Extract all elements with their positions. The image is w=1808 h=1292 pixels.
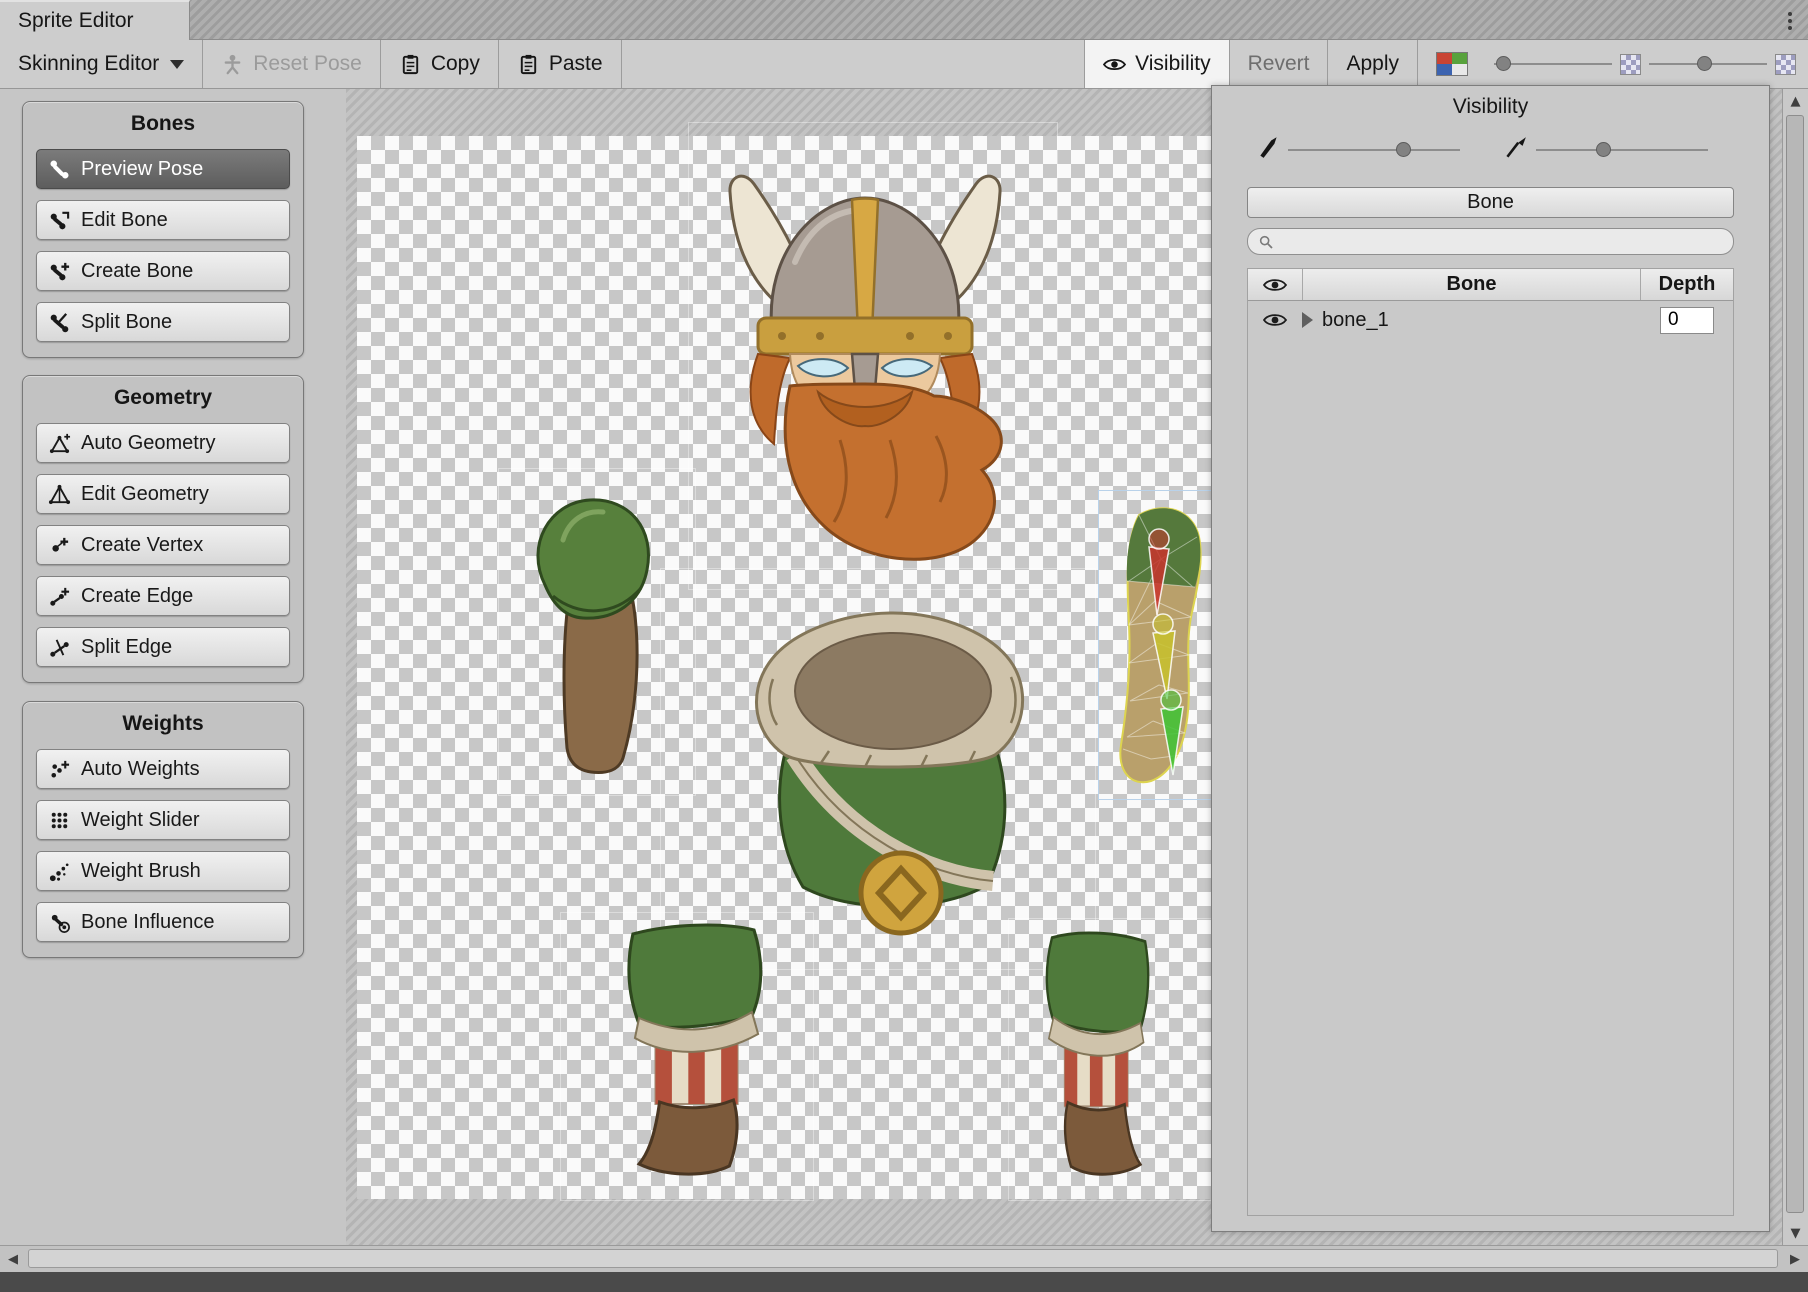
clipboard-icon <box>517 53 540 76</box>
alpha-slider-knob[interactable] <box>1697 56 1712 71</box>
depth-input[interactable] <box>1660 307 1714 334</box>
bone-list: Bone Depth bone_1 <box>1247 268 1734 1216</box>
bone-list-header: Bone Depth <box>1248 269 1733 301</box>
geometry-panel-title: Geometry <box>23 386 303 410</box>
toolbar-spacer <box>622 40 1085 88</box>
split-bone-button[interactable]: Split Bone <box>36 302 290 342</box>
mesh-opacity-slider[interactable] <box>1536 149 1708 151</box>
geometry-panel: Geometry Auto Geometry Edit Geometry Cre… <box>22 375 304 683</box>
sprite-head[interactable] <box>700 140 1030 590</box>
eye-icon <box>1263 277 1287 293</box>
paste-button[interactable]: Paste <box>499 40 621 88</box>
weight-brush-button[interactable]: Weight Brush <box>36 851 290 891</box>
bone-tab[interactable]: Bone <box>1247 187 1734 218</box>
vertical-scrollbar[interactable]: ▲ ▼ <box>1782 89 1808 1245</box>
visibility-opacity-sliders <box>1212 132 1769 168</box>
sprite-torso[interactable] <box>725 595 1055 945</box>
rgb-slider[interactable] <box>1486 40 1620 88</box>
person-icon <box>221 53 244 76</box>
visibility-column-toggle[interactable] <box>1248 269 1303 300</box>
sprite-leg-left[interactable] <box>598 920 793 1180</box>
alpha-slider[interactable] <box>1641 40 1775 88</box>
dots-auto-icon <box>48 758 71 781</box>
skinning-editor-dropdown[interactable]: Skinning Editor <box>0 40 202 88</box>
create-vertex-button[interactable]: Create Vertex <box>36 525 290 565</box>
edit-bone-button[interactable]: Edit Bone <box>36 200 290 240</box>
sprite-glove[interactable] <box>515 490 675 780</box>
clipboard-icon <box>399 53 422 76</box>
search-input[interactable] <box>1281 230 1723 253</box>
bone-row[interactable]: bone_1 <box>1248 301 1733 339</box>
mesh-icon <box>48 483 71 506</box>
revert-button[interactable]: Revert <box>1230 40 1328 88</box>
preview-pose-button[interactable]: Preview Pose <box>36 149 290 189</box>
bone-search[interactable] <box>1247 228 1734 255</box>
chevron-down-icon <box>170 60 184 69</box>
bone-opacity-slider[interactable] <box>1288 149 1460 151</box>
auto-weights-button[interactable]: Auto Weights <box>36 749 290 789</box>
color-channels-icon <box>1436 52 1468 76</box>
bones-panel: Bones Preview Pose Edit Bone Create Bone… <box>22 101 304 358</box>
bone-influence-icon <box>48 911 71 934</box>
bone-icon <box>48 158 71 181</box>
scroll-down-arrow[interactable]: ▼ <box>1783 1221 1808 1245</box>
eye-icon <box>1263 312 1287 328</box>
copy-button[interactable]: Copy <box>381 40 498 88</box>
alpha-checker-icon[interactable] <box>1775 54 1796 75</box>
vertical-scroll-thumb[interactable] <box>1786 115 1804 1213</box>
reset-pose-button[interactable]: Reset Pose <box>203 40 380 88</box>
bone-opacity-knob[interactable] <box>1396 142 1411 157</box>
horizontal-scrollbar[interactable]: ◀ ▶ <box>0 1245 1808 1272</box>
dot-brush-icon <box>48 860 71 883</box>
scroll-up-arrow[interactable]: ▲ <box>1783 89 1808 113</box>
alpha-checker-icon[interactable] <box>1620 54 1641 75</box>
bone-slash-icon <box>48 311 71 334</box>
bone-name: bone_1 <box>1322 309 1660 332</box>
apply-button[interactable]: Apply <box>1328 40 1417 88</box>
horizontal-scroll-thumb[interactable] <box>28 1249 1778 1268</box>
bone-influence-button[interactable]: Bone Influence <box>36 902 290 942</box>
bone-plus-icon <box>48 260 71 283</box>
eye-icon <box>1103 56 1126 73</box>
create-bone-button[interactable]: Create Bone <box>36 251 290 291</box>
dot-grid-icon <box>48 809 71 832</box>
disclosure-triangle-icon[interactable] <box>1302 312 1313 328</box>
weights-panel: Weights Auto Weights Weight Slider Weigh… <box>22 701 304 958</box>
window-tab-title: Sprite Editor <box>18 9 134 33</box>
sprite-leg-right[interactable] <box>1022 928 1172 1180</box>
rgb-slider-knob[interactable] <box>1496 56 1511 71</box>
window-bottom-edge <box>0 1272 1808 1292</box>
edge-slash-icon <box>48 636 71 659</box>
visibility-panel: Visibility Bone <box>1211 85 1770 1232</box>
tab-sprite-editor[interactable]: Sprite Editor <box>0 0 190 40</box>
bone-edit-icon <box>48 209 71 232</box>
vertex-plus-icon <box>48 534 71 557</box>
edit-geometry-button[interactable]: Edit Geometry <box>36 474 290 514</box>
mesh-opacity-knob[interactable] <box>1596 142 1611 157</box>
weight-slider-button[interactable]: Weight Slider <box>36 800 290 840</box>
weights-panel-title: Weights <box>23 712 303 736</box>
scroll-left-arrow[interactable]: ◀ <box>0 1246 26 1272</box>
sprite-arm-selected[interactable] <box>1105 497 1217 792</box>
bones-panel-title: Bones <box>23 112 303 136</box>
titlebar: Sprite Editor <box>0 0 1808 40</box>
create-edge-button[interactable]: Create Edge <box>36 576 290 616</box>
scroll-right-arrow[interactable]: ▶ <box>1782 1246 1808 1272</box>
mesh-auto-icon <box>48 432 71 455</box>
search-icon <box>1258 234 1274 250</box>
toolbar: Skinning Editor Reset Pose Copy Paste Vi… <box>0 40 1808 89</box>
depth-column-header[interactable]: Depth <box>1641 269 1733 300</box>
bone-visibility-toggle[interactable] <box>1248 312 1302 328</box>
split-edge-button[interactable]: Split Edge <box>36 627 290 667</box>
kebab-menu-icon[interactable] <box>1780 7 1800 34</box>
bone-column-header[interactable]: Bone <box>1303 269 1641 300</box>
edge-plus-icon <box>48 585 71 608</box>
auto-geometry-button[interactable]: Auto Geometry <box>36 423 290 463</box>
sprite-editor-window: Sprite Editor Skinning Editor Reset Pose… <box>0 0 1808 1292</box>
rgb-alpha-toggle[interactable] <box>1418 40 1486 88</box>
visibility-panel-title: Visibility <box>1212 95 1769 119</box>
mesh-opacity-icon <box>1502 134 1528 160</box>
visibility-toggle-button[interactable]: Visibility <box>1085 40 1228 88</box>
bone-opacity-icon <box>1256 134 1282 160</box>
